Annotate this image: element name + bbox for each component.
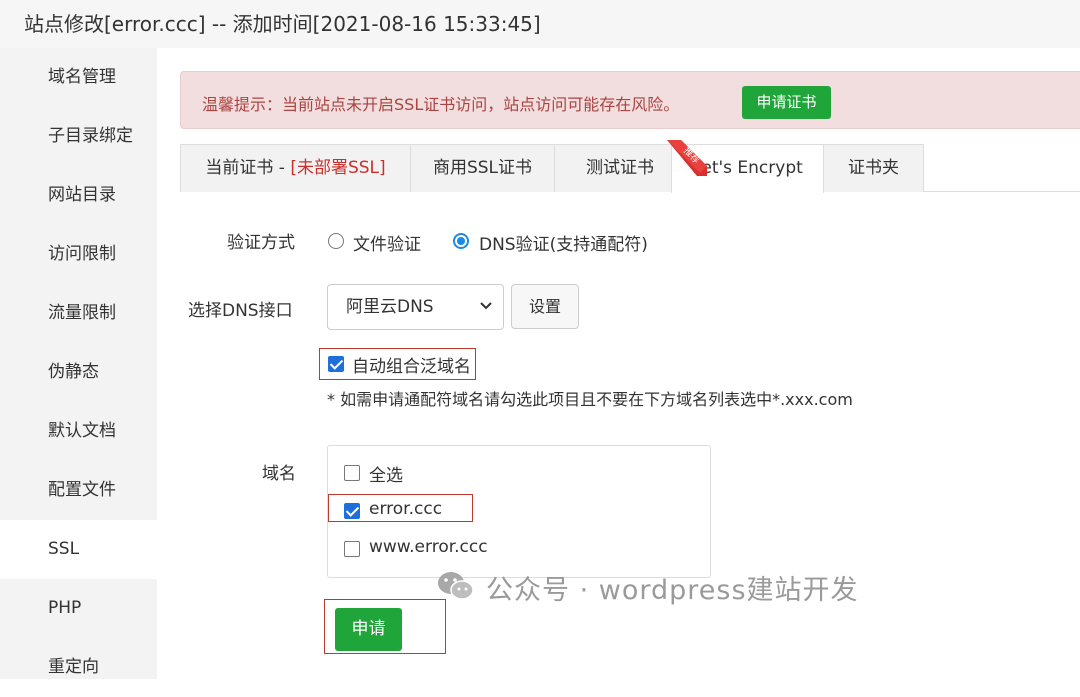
tab-certificate-folder-label: 证书夹 — [848, 158, 899, 178]
domain-checkbox-www-error-ccc[interactable] — [344, 541, 360, 557]
domain-label-error-ccc: error.ccc — [369, 499, 443, 519]
domain-label-www-error-ccc: www.error.ccc — [369, 537, 488, 557]
tab-current-certificate-label: 当前证书 - — [205, 158, 291, 178]
tab-current-certificate[interactable]: 当前证书 - [未部署SSL] — [180, 144, 411, 192]
ssl-status-text: [未部署SSL] — [290, 158, 386, 178]
alert-text: 温馨提示：当前站点未开启SSL证书访问，站点访问可能存在风险。 — [202, 95, 680, 114]
tab-test-certificate-label: 测试证书 — [586, 158, 654, 178]
tab-commercial-ssl-label: 商用SSL证书 — [432, 158, 533, 178]
sidebar-item-php[interactable]: PHP — [0, 579, 157, 638]
tab-certificate-folder[interactable]: 证书夹 — [823, 144, 924, 192]
verify-dns-radio[interactable] — [453, 233, 469, 249]
chevron-down-icon — [480, 302, 492, 310]
tab-test-certificate[interactable]: 测试证书 — [554, 144, 672, 192]
verify-dns-label: DNS验证(支持通配符) — [479, 235, 648, 255]
sidebar-item-redirect[interactable]: 重定向 — [0, 638, 157, 697]
domain-checkbox-error-ccc[interactable] — [344, 503, 360, 519]
dns-provider-select[interactable]: 阿里云DNS — [327, 284, 504, 330]
auto-wildcard-label: 自动组合泛域名 — [352, 357, 471, 377]
submit-apply-button[interactable]: 申请 — [335, 608, 402, 651]
auto-wildcard-checkbox[interactable] — [328, 356, 344, 372]
ssl-tabs: 当前证书 - [未部署SSL] 商用SSL证书 测试证书 Let's Encry… — [180, 144, 1080, 193]
sidebar-item-subdirectory-binding[interactable]: 子目录绑定 — [0, 107, 157, 166]
verify-method-label: 验证方式 — [227, 233, 295, 253]
verify-file-label: 文件验证 — [353, 235, 421, 255]
domain-list: 全选 error.ccc www.error.ccc — [327, 445, 711, 578]
sidebar-item-config-file[interactable]: 配置文件 — [0, 461, 157, 520]
select-all-label: 全选 — [369, 466, 403, 486]
dns-provider-value: 阿里云DNS — [346, 297, 434, 317]
sidebar-item-domain-management[interactable]: 域名管理 — [0, 48, 157, 107]
dns-settings-button[interactable]: 设置 — [511, 284, 579, 329]
dns-provider-label: 选择DNS接口 — [188, 301, 293, 321]
tab-commercial-ssl[interactable]: 商用SSL证书 — [410, 144, 555, 192]
wechat-icon — [438, 572, 474, 600]
window-title: 站点修改[error.ccc] -- 添加时间[2021-08-16 15:33… — [0, 0, 1080, 48]
sidebar-item-rewrite[interactable]: 伪静态 — [0, 343, 157, 402]
apply-certificate-button[interactable]: 申请证书 — [742, 86, 831, 119]
watermark-text: 公众号 · wordpress建站开发 — [486, 575, 859, 606]
sidebar-item-ssl[interactable]: SSL — [0, 520, 157, 579]
domain-label: 域名 — [262, 464, 296, 484]
sidebar: 域名管理 子目录绑定 网站目录 访问限制 流量限制 伪静态 默认文档 配置文件 … — [0, 48, 157, 679]
ssl-warning-alert: 温馨提示：当前站点未开启SSL证书访问，站点访问可能存在风险。 申请证书 — [180, 71, 1080, 129]
sidebar-item-access-limit[interactable]: 访问限制 — [0, 225, 157, 284]
sidebar-item-default-document[interactable]: 默认文档 — [0, 402, 157, 461]
wildcard-hint: * 如需申请通配符域名请勾选此项目且不要在下方域名列表选中*.xxx.com — [327, 390, 853, 409]
sidebar-item-site-directory[interactable]: 网站目录 — [0, 166, 157, 225]
sidebar-item-traffic-limit[interactable]: 流量限制 — [0, 284, 157, 343]
select-all-checkbox[interactable] — [344, 465, 360, 481]
verify-file-radio[interactable] — [328, 233, 344, 249]
tab-lets-encrypt-label: Let's Encrypt — [692, 158, 803, 178]
recommend-ribbon-icon: 推荐 — [667, 140, 707, 176]
